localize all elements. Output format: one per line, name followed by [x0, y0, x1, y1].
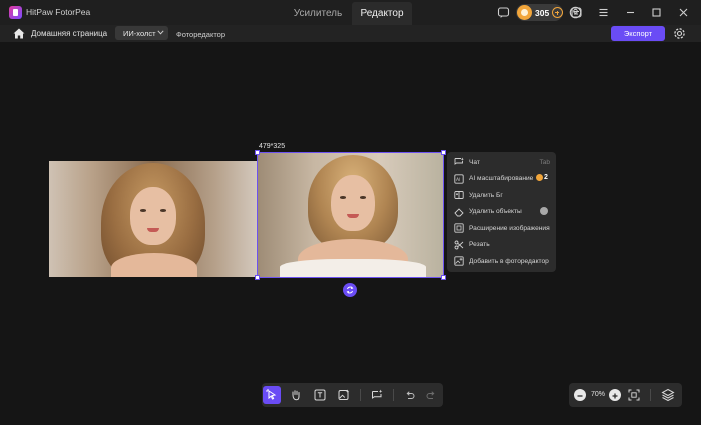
select-pointer-icon — [266, 389, 277, 400]
menu-item-remove-objects[interactable]: Удалить объекты — [447, 204, 556, 221]
fit-screen-icon[interactable] — [628, 389, 640, 401]
text-tool-button[interactable] — [311, 386, 329, 404]
ai-chat-tool-button[interactable] — [368, 386, 386, 404]
swap-arrows-icon — [346, 286, 354, 294]
app-name: HitPaw FotorPea — [26, 7, 91, 17]
eraser-icon — [454, 207, 464, 216]
menu-item-add-to-editor[interactable]: Добавить в фоторедактор — [447, 253, 556, 270]
zoom-bar — [569, 383, 682, 407]
menu-item-label: Чат — [469, 158, 480, 166]
user-circle-icon[interactable] — [569, 6, 582, 19]
credits-count: 305 — [535, 8, 550, 18]
zoom-level: 70% — [591, 391, 606, 398]
credits-badge[interactable]: 305 — [516, 4, 563, 21]
ai-upscale-icon: AI — [454, 173, 464, 184]
redo-icon — [426, 391, 435, 399]
image-tool-button[interactable] — [335, 386, 353, 404]
select-tool-button[interactable] — [263, 386, 281, 404]
maximize-icon[interactable] — [650, 6, 663, 19]
image-add-icon — [338, 389, 350, 400]
undo-icon — [406, 391, 415, 399]
menu-item-cut[interactable]: Резать — [447, 237, 556, 254]
add-to-editor-icon — [454, 256, 464, 266]
credit-cost: 2 — [544, 174, 548, 181]
swap-button[interactable] — [343, 283, 357, 297]
plus-icon — [612, 393, 618, 399]
menu-item-label: Расширение изображения — [469, 224, 550, 232]
title-bar: HitPaw FotorPea Усилитель Редактор 305 — [0, 0, 701, 25]
zoom-out-button[interactable] — [574, 389, 586, 401]
menu-item-label: AI масштабирование — [469, 175, 534, 182]
coin-icon — [536, 173, 543, 181]
minus-icon — [577, 395, 583, 397]
shortcut-hint: Tab — [539, 158, 550, 166]
close-icon[interactable] — [677, 6, 690, 19]
scissors-icon — [454, 240, 464, 249]
home-icon[interactable] — [13, 28, 25, 39]
text-icon — [314, 389, 326, 401]
hand-tool-button[interactable] — [287, 386, 305, 404]
menu-item-expand-image[interactable]: Расширение изображения — [447, 220, 556, 237]
hand-icon — [292, 390, 300, 401]
resize-handle[interactable] — [441, 150, 446, 155]
layers-icon[interactable] — [661, 388, 675, 402]
menu-item-label: Удалить объекты — [469, 208, 522, 215]
selection-box[interactable] — [255, 150, 446, 280]
menu-item-ai-upscale[interactable]: AI AI масштабирование 2 — [447, 171, 556, 188]
redo-button[interactable] — [422, 386, 440, 404]
svg-text:AI: AI — [456, 177, 460, 183]
divider — [650, 389, 651, 401]
selection-size-label: 479*325 — [259, 143, 286, 150]
expand-icon — [454, 223, 464, 233]
chevron-down-icon — [157, 30, 164, 35]
menu-item-remove-bg[interactable]: Удалить Бг — [447, 187, 556, 204]
ai-sparkle-chat-icon — [372, 389, 383, 399]
home-link[interactable]: Домашняя страница — [31, 29, 107, 38]
canvas-image-left[interactable] — [49, 161, 257, 277]
add-credits-icon[interactable] — [552, 7, 563, 18]
resize-handle[interactable] — [441, 275, 446, 280]
resize-handle[interactable] — [255, 275, 260, 280]
canvas-mode-value: ИИ-холст — [123, 28, 156, 38]
hamburger-icon[interactable] — [597, 6, 610, 19]
top-toolbar: Домашняя страница ИИ-холст Фоторедактор … — [0, 25, 701, 42]
divider — [393, 389, 394, 401]
menu-item-label: Добавить в фоторедактор — [469, 257, 549, 265]
canvas-mode-select[interactable]: ИИ-холст — [115, 26, 168, 40]
context-menu: Чат Tab AI AI масштабирование 2 Удалить … — [447, 152, 556, 272]
remove-bg-icon — [454, 191, 464, 199]
chat-bubble-icon[interactable] — [497, 6, 510, 19]
minimize-icon[interactable] — [624, 6, 637, 19]
tab-editor[interactable]: Редактор — [352, 2, 412, 25]
photo-editor-link[interactable]: Фоторедактор — [176, 30, 225, 39]
undo-button[interactable] — [401, 386, 419, 404]
tab-enhancer[interactable]: Усилитель — [283, 2, 353, 25]
app-logo — [9, 6, 22, 19]
coin-icon — [517, 5, 532, 20]
chat-sparkle-icon — [454, 157, 464, 165]
zoom-in-button[interactable] — [609, 389, 621, 401]
divider — [360, 389, 361, 401]
face-shape — [130, 187, 176, 245]
menu-item-label: Резать — [469, 241, 490, 248]
download-icon — [540, 207, 548, 215]
export-button[interactable]: Экспорт — [611, 26, 665, 41]
bottom-tool-bar — [262, 383, 443, 407]
menu-item-label: Удалить Бг — [469, 191, 503, 199]
menu-item-chat[interactable]: Чат Tab — [447, 154, 556, 171]
gear-icon[interactable] — [672, 26, 687, 41]
shoulders-shape — [111, 253, 197, 277]
resize-handle[interactable] — [255, 150, 260, 155]
